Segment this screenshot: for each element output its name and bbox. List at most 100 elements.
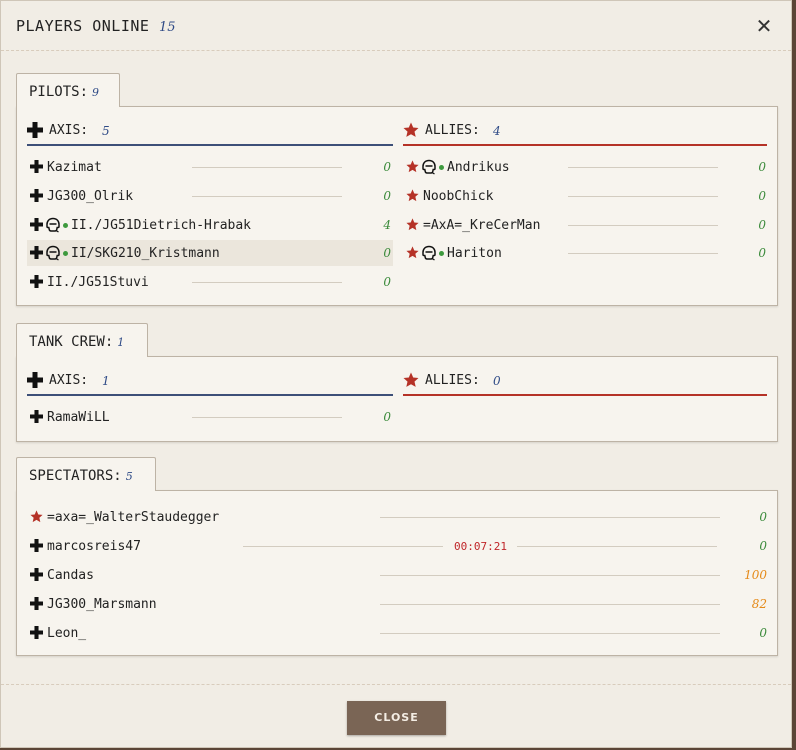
player-name: Hariton [447, 246, 502, 261]
online-dot-icon [63, 251, 68, 256]
player-name: RamaWiLL [47, 410, 110, 425]
red-star-icon [30, 510, 43, 523]
axis-label: AXIS: [49, 123, 89, 138]
player-row[interactable]: Kazimat 0 [27, 154, 393, 180]
balkenkreuz-icon [30, 275, 43, 288]
balkenkreuz-icon [30, 410, 43, 423]
player-row[interactable]: II./JG51Stuvi 0 [27, 269, 393, 295]
spectators-tab-label: SPECTATORS: [29, 468, 122, 484]
player-score: 0 [758, 160, 766, 174]
session-timer: 00:07:21 [454, 540, 507, 553]
axis-divider [27, 394, 393, 396]
player-name: II./JG51Stuvi [47, 275, 149, 290]
red-star-icon [406, 160, 419, 173]
axis-divider [27, 144, 393, 146]
row-divider [192, 282, 342, 283]
pilots-panel: AXIS: 5 ALLIES: 4 Kazimat 0 JG300_Olrik … [16, 106, 778, 306]
balkenkreuz-icon [30, 539, 43, 552]
tank-allies-header: ALLIES: 0 [403, 371, 767, 393]
player-row[interactable]: JG300_Olrik 0 [27, 183, 393, 209]
player-row[interactable]: Hariton 0 [403, 240, 767, 266]
player-name: Leon_ [47, 626, 87, 641]
players-online-dialog: PLAYERS ONLINE 15 ✕ PILOTS: 9 AXIS: 5 ALL… [0, 0, 792, 748]
tank-crew-tab-label: TANK CREW: [29, 334, 114, 350]
pilot-helmet-icon [46, 217, 60, 233]
tab-pilots: PILOTS: 9 [16, 73, 120, 107]
player-score: 0 [383, 189, 391, 203]
row-divider [192, 167, 342, 168]
close-button[interactable]: CLOSE [347, 701, 446, 735]
spectator-row[interactable]: Leon_ 0 [27, 620, 767, 646]
spectator-row[interactable]: marcosreis47 00:07:21 0 [27, 533, 767, 559]
red-star-icon [406, 218, 419, 231]
allies-label: ALLIES: [425, 373, 480, 388]
players-online-count: 15 [159, 20, 176, 35]
red-star-icon [406, 246, 419, 259]
red-star-icon [406, 189, 419, 202]
player-row[interactable]: Andrikus 0 [403, 154, 767, 180]
row-divider [568, 253, 718, 254]
spectator-row[interactable]: =axa=_WalterStaudegger 0 [27, 504, 767, 530]
row-divider [568, 167, 718, 168]
balkenkreuz-icon [30, 160, 43, 173]
player-row[interactable]: NoobChick 0 [403, 183, 767, 209]
player-name: Kazimat [47, 160, 102, 175]
online-dot-icon [63, 223, 68, 228]
balkenkreuz-icon [30, 189, 43, 202]
player-score: 82 [751, 597, 767, 611]
spectator-row[interactable]: JG300_Marsmann 82 [27, 591, 767, 617]
player-score: 0 [383, 160, 391, 174]
tank-crew-count: 1 [117, 336, 125, 349]
balkenkreuz-icon [27, 122, 43, 138]
allies-divider [403, 144, 767, 146]
spectators-panel: =axa=_WalterStaudegger 0 marcosreis47 00… [16, 490, 778, 656]
player-name: II./JG51Dietrich-Hrabak [71, 218, 252, 233]
player-row[interactable]: =AxA=_KreCerMan 0 [403, 212, 767, 238]
dialog-footer: CLOSE [1, 684, 791, 748]
tank-axis-header: AXIS: 1 [27, 371, 393, 393]
red-star-icon [403, 122, 419, 137]
pilot-helmet-icon [422, 245, 436, 261]
red-star-icon [403, 372, 419, 387]
allies-label: ALLIES: [425, 123, 480, 138]
player-row[interactable]: II./JG51Dietrich-Hrabak 4 [27, 212, 393, 238]
close-icon[interactable]: ✕ [753, 15, 775, 37]
row-divider [568, 196, 718, 197]
pilot-helmet-icon [46, 245, 60, 261]
row-divider [380, 604, 720, 605]
row-divider [568, 225, 718, 226]
row-divider [517, 546, 717, 547]
pilots-axis-header: AXIS: 5 [27, 121, 393, 143]
row-divider [380, 517, 720, 518]
dialog-title: PLAYERS ONLINE [16, 17, 150, 35]
row-divider [243, 546, 443, 547]
row-divider [192, 417, 342, 418]
player-score: 0 [759, 539, 767, 553]
online-dot-icon [439, 165, 444, 170]
balkenkreuz-icon [30, 626, 43, 639]
player-name: NoobChick [423, 189, 494, 204]
dialog-header: PLAYERS ONLINE 15 ✕ [1, 1, 791, 51]
allies-divider [403, 394, 767, 396]
player-score: 100 [744, 568, 767, 582]
axis-count: 1 [102, 374, 110, 388]
player-score: 0 [758, 189, 766, 203]
online-dot-icon [439, 251, 444, 256]
player-score: 0 [758, 246, 766, 260]
pilots-tab-label: PILOTS: [29, 84, 89, 100]
player-score: 0 [758, 218, 766, 232]
player-name: II/SKG210_Kristmann [71, 246, 220, 261]
spectator-row[interactable]: Candas 100 [27, 562, 767, 588]
axis-count: 5 [102, 124, 110, 138]
balkenkreuz-icon [30, 597, 43, 610]
player-row[interactable]: II/SKG210_Kristmann 0 [27, 240, 393, 266]
player-score: 0 [383, 410, 391, 424]
axis-label: AXIS: [49, 373, 89, 388]
player-name: =axa=_WalterStaudegger [47, 510, 220, 525]
player-row[interactable]: RamaWiLL 0 [27, 404, 393, 430]
player-score: 4 [383, 218, 391, 232]
allies-count: 4 [493, 124, 501, 138]
player-name: marcosreis47 [47, 539, 141, 554]
tab-tank-crew: TANK CREW: 1 [16, 323, 148, 357]
pilots-count: 9 [92, 86, 100, 99]
